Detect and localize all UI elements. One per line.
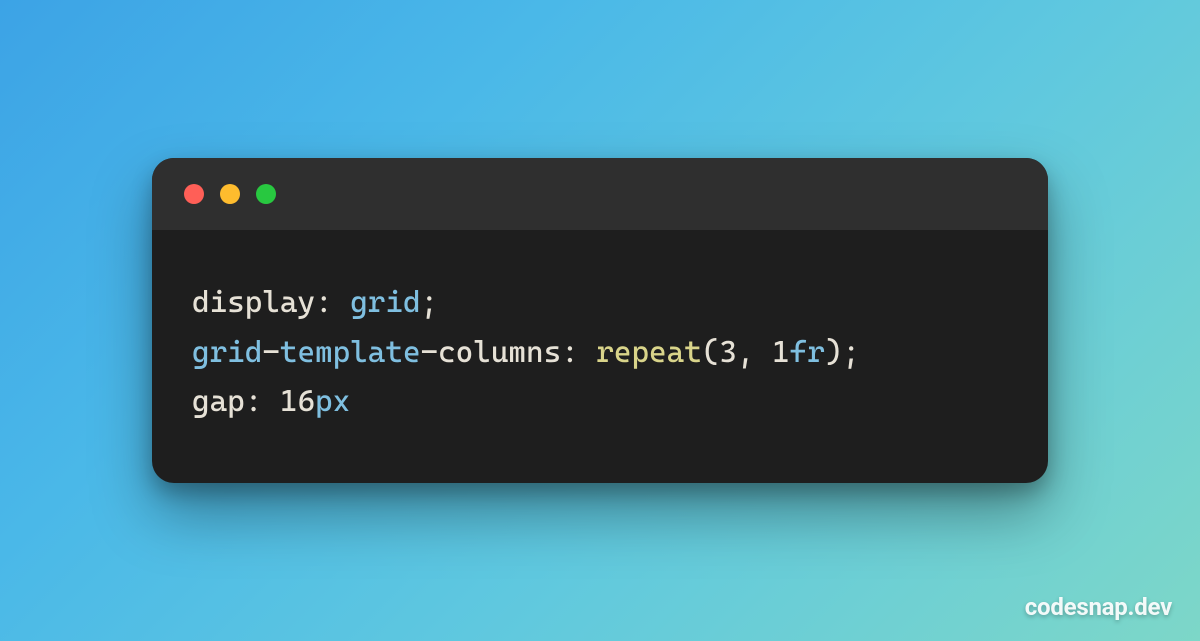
code-colon: : xyxy=(245,384,280,419)
code-token: repeat xyxy=(596,335,701,370)
code-window: display: grid;grid-template-columns: rep… xyxy=(152,158,1048,483)
watermark: codesnap.dev xyxy=(1025,593,1172,621)
code-token: px xyxy=(315,384,350,419)
window-titlebar xyxy=(152,158,1048,230)
code-token: - xyxy=(262,335,280,370)
code-token: 16 xyxy=(280,384,315,419)
close-icon[interactable] xyxy=(184,184,204,204)
code-token: ; xyxy=(421,285,439,320)
code-body: display: grid;grid-template-columns: rep… xyxy=(152,230,1048,483)
code-token: columns xyxy=(438,335,561,370)
code-token: ; xyxy=(842,335,860,370)
code-colon: : xyxy=(315,285,350,320)
code-token: 3 xyxy=(719,335,737,370)
code-token: ) xyxy=(825,335,843,370)
code-token: 1 xyxy=(772,335,790,370)
code-line: gap: 16px xyxy=(192,377,1008,427)
minimize-icon[interactable] xyxy=(220,184,240,204)
code-token: ( xyxy=(702,335,720,370)
code-token: template xyxy=(280,335,421,370)
code-property: gap xyxy=(192,384,245,419)
code-property: display xyxy=(192,285,315,320)
code-token: grid xyxy=(192,335,262,370)
maximize-icon[interactable] xyxy=(256,184,276,204)
code-token: fr xyxy=(790,335,825,370)
code-token: - xyxy=(421,335,439,370)
code-line: grid-template-columns: repeat(3, 1fr); xyxy=(192,328,1008,378)
code-colon: : xyxy=(561,335,596,370)
code-token: , xyxy=(737,335,772,370)
code-line: display: grid; xyxy=(192,278,1008,328)
code-token: grid xyxy=(350,285,420,320)
